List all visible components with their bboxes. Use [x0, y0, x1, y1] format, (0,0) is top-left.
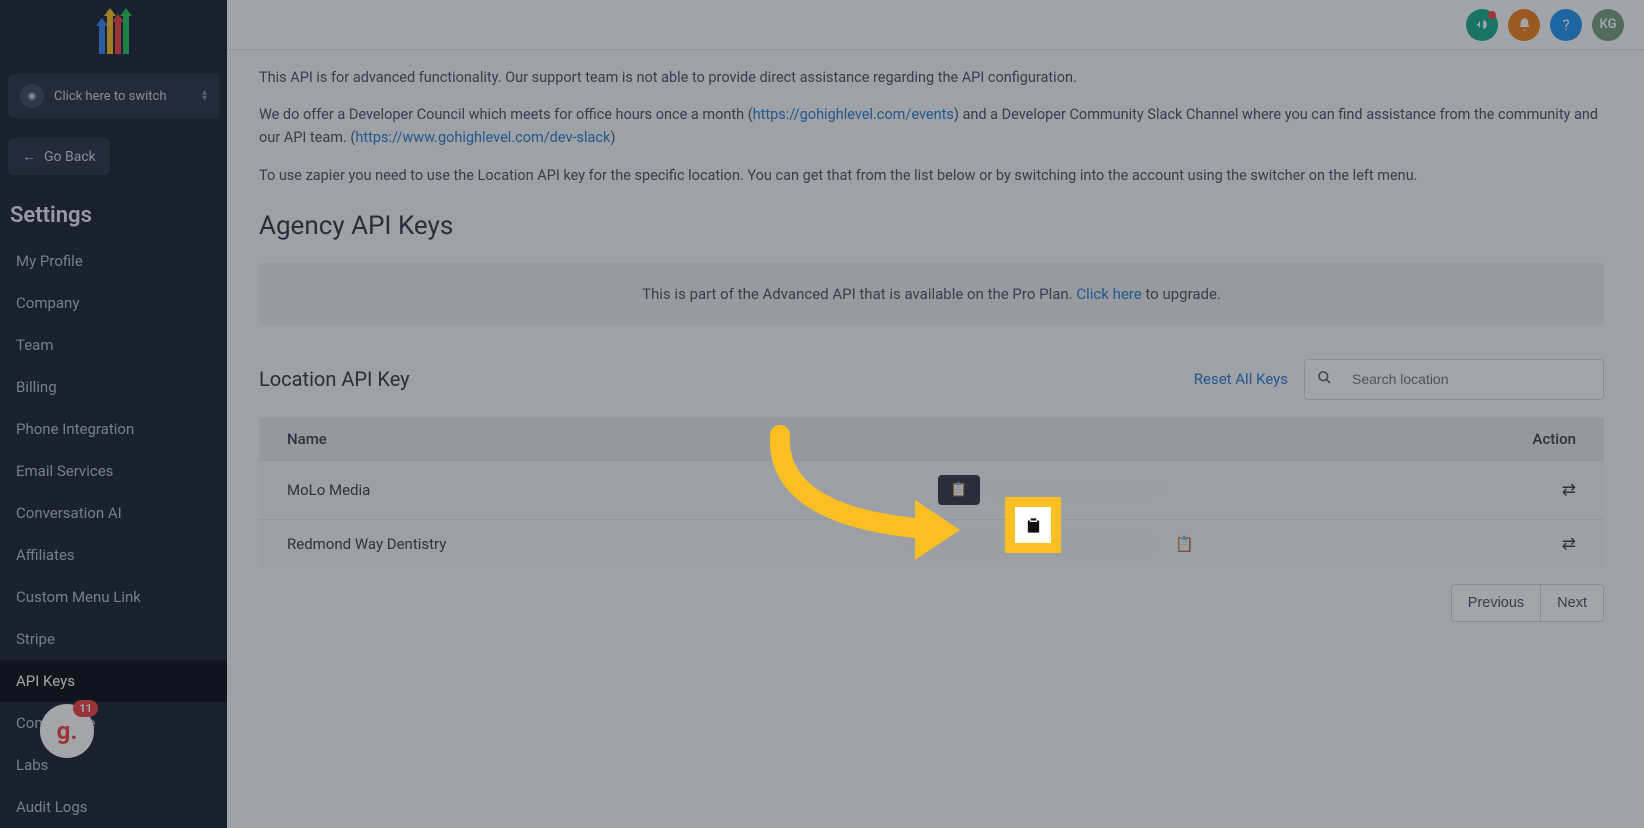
topbar: ? KG: [227, 0, 1644, 50]
api-key-blurred: ··················: [991, 482, 1161, 498]
notifications-icon[interactable]: [1508, 9, 1540, 41]
announcements-icon[interactable]: [1466, 9, 1498, 41]
nav-affiliates[interactable]: Affiliates: [0, 534, 227, 576]
nav-labs[interactable]: Labs: [0, 744, 227, 786]
row-name: MoLo Media: [259, 460, 698, 519]
upgrade-link[interactable]: Click here: [1076, 285, 1141, 303]
help-icon[interactable]: ?: [1550, 9, 1582, 41]
nav-billing[interactable]: Billing: [0, 366, 227, 408]
agency-api-title: Agency API Keys: [259, 211, 1604, 241]
nav-api-keys[interactable]: API Keys: [0, 660, 227, 702]
main-content: ? KG This API is for advanced functional…: [227, 0, 1644, 828]
go-back-label: Go Back: [44, 149, 96, 165]
sidebar: ◉ Click here to switch ▴▾ ← Go Back Sett…: [0, 0, 227, 828]
logo-arrows-icon: [99, 16, 129, 54]
col-key: [698, 418, 1401, 461]
search-location-input[interactable]: [1344, 361, 1603, 397]
reset-all-keys-link[interactable]: Reset All Keys: [1194, 370, 1288, 388]
clipboard-icon[interactable]: 📋: [1175, 535, 1194, 553]
switcher-label: Click here to switch: [54, 89, 192, 104]
refresh-key-icon[interactable]: ⇄: [1562, 534, 1576, 554]
location-keys-table: Name Action MoLo Media 📋 ···············…: [259, 418, 1604, 568]
go-back-button[interactable]: ← Go Back: [8, 138, 110, 175]
nav-conversation-ai[interactable]: Conversation AI: [0, 492, 227, 534]
nav-audit-logs[interactable]: Audit Logs: [0, 786, 227, 828]
events-link[interactable]: https://gohighlevel.com/events: [753, 106, 954, 123]
chevron-updown-icon: ▴▾: [202, 90, 207, 102]
col-action: Action: [1401, 418, 1604, 461]
nav-phone-integration[interactable]: Phone Integration: [0, 408, 227, 450]
settings-nav: My Profile Company Team Billing Phone In…: [0, 240, 227, 828]
intro-paragraph-2: We do offer a Developer Council which me…: [259, 103, 1604, 149]
nav-stripe[interactable]: Stripe: [0, 618, 227, 660]
nav-email-services[interactable]: Email Services: [0, 450, 227, 492]
intro-paragraph-1: This API is for advanced functionality. …: [259, 66, 1604, 89]
nav-team[interactable]: Team: [0, 324, 227, 366]
nav-compliance[interactable]: Compliance: [0, 702, 227, 744]
next-button[interactable]: Next: [1541, 584, 1604, 622]
switcher-icon: ◉: [20, 84, 44, 108]
copy-key-button[interactable]: 📋: [938, 475, 979, 505]
nav-company[interactable]: Company: [0, 282, 227, 324]
table-row: MoLo Media 📋 ·················· ⇄: [259, 460, 1604, 519]
nav-my-profile[interactable]: My Profile: [0, 240, 227, 282]
user-avatar[interactable]: KG: [1592, 9, 1624, 41]
notification-avatar[interactable]: g.: [40, 704, 94, 758]
account-switcher[interactable]: ◉ Click here to switch ▴▾: [8, 74, 219, 118]
location-api-title: Location API Key: [259, 367, 410, 391]
search-icon: [1305, 360, 1344, 399]
page-content: This API is for advanced functionality. …: [227, 50, 1644, 828]
intro-paragraph-3: To use zapier you need to use the Locati…: [259, 164, 1604, 187]
nav-custom-menu-link[interactable]: Custom Menu Link: [0, 576, 227, 618]
settings-title: Settings: [0, 183, 227, 240]
search-location-box: [1304, 359, 1604, 400]
arrow-left-icon: ←: [22, 148, 36, 165]
prev-button[interactable]: Previous: [1451, 584, 1541, 622]
table-row: Redmond Way Dentistry ··················…: [259, 519, 1604, 568]
pagination: Previous Next: [259, 584, 1604, 622]
col-name: Name: [259, 418, 698, 461]
api-key-blurred: ···························: [905, 537, 1160, 553]
upgrade-callout: This is part of the Advanced API that is…: [259, 263, 1604, 325]
dev-slack-link[interactable]: https://www.gohighlevel.com/dev-slack: [355, 129, 610, 146]
app-logo: [0, 0, 227, 70]
location-api-header: Location API Key Reset All Keys: [259, 359, 1604, 400]
row-name: Redmond Way Dentistry: [259, 519, 698, 568]
refresh-key-icon[interactable]: ⇄: [1562, 480, 1576, 500]
